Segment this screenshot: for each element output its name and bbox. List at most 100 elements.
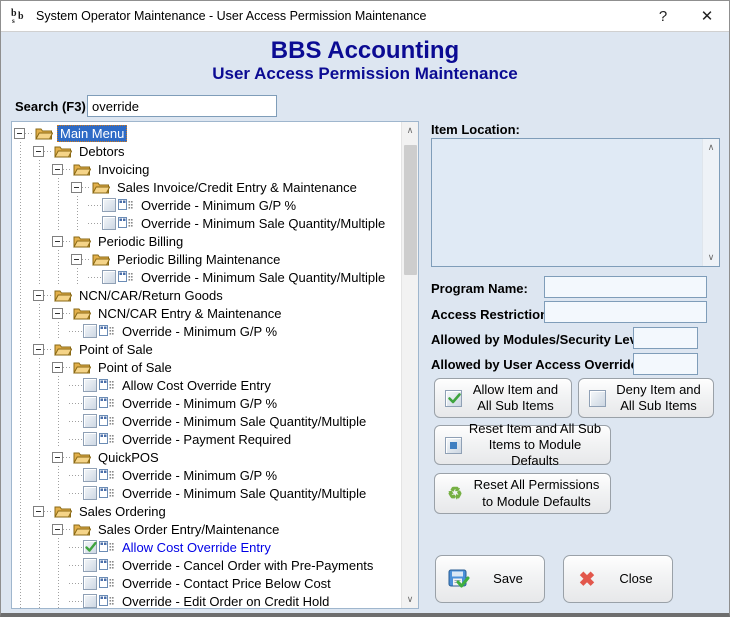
tree-scrollbar[interactable]: ∧ ∨	[401, 122, 418, 608]
close-window-button[interactable]: ✕	[685, 1, 729, 31]
permission-checkbox-checked[interactable]	[83, 540, 97, 554]
tree-collapse-toggle-icon[interactable]	[52, 452, 63, 463]
tree-item-label[interactable]: Override - Payment Required	[119, 431, 294, 448]
program-name-field[interactable]	[544, 276, 707, 298]
tree-item[interactable]: Override - Minimum G/P %	[12, 196, 401, 214]
allowed-override-field[interactable]	[633, 353, 698, 375]
permission-checkbox[interactable]	[102, 270, 116, 284]
tree-item[interactable]: Point of Sale	[12, 358, 401, 376]
tree-item[interactable]: Override - Minimum G/P %	[12, 394, 401, 412]
tree-item[interactable]: Allow Cost Override Entry	[12, 538, 401, 556]
permission-checkbox[interactable]	[102, 216, 116, 230]
item-location-box[interactable]: ∧ ∨	[431, 138, 720, 267]
reset-all-button[interactable]: ♻ Reset All Permissions to Module Defaul…	[434, 473, 611, 514]
tree-item[interactable]: Sales Invoice/Credit Entry & Maintenance	[12, 178, 401, 196]
tree-collapse-toggle-icon[interactable]	[71, 182, 82, 193]
tree-item-label[interactable]: Override - Minimum Sale Quantity/Multipl…	[138, 215, 388, 232]
close-button[interactable]: ✖ Close	[563, 555, 673, 603]
scroll-up-icon[interactable]: ∧	[703, 139, 720, 156]
tree-item[interactable]: Override - Minimum G/P %	[12, 322, 401, 340]
tree-item[interactable]: QuickPOS	[12, 448, 401, 466]
tree-item[interactable]: Override - Minimum Sale Quantity/Multipl…	[12, 412, 401, 430]
permission-checkbox[interactable]	[83, 594, 97, 608]
save-button[interactable]: Save	[435, 555, 545, 603]
permission-checkbox[interactable]	[102, 198, 116, 212]
tree-item[interactable]: NCN/CAR/Return Goods	[12, 286, 401, 304]
scrollbar-thumb[interactable]	[404, 145, 417, 275]
tree-item-label[interactable]: Sales Ordering	[76, 503, 169, 520]
tree-collapse-toggle-icon[interactable]	[33, 344, 44, 355]
permission-checkbox[interactable]	[83, 486, 97, 500]
tree-item-label[interactable]: Main Menu	[57, 125, 127, 142]
tree-item-label[interactable]: Allow Cost Override Entry	[119, 539, 274, 556]
tree-item[interactable]: Override - Minimum Sale Quantity/Multipl…	[12, 268, 401, 286]
tree-collapse-toggle-icon[interactable]	[33, 290, 44, 301]
tree-item[interactable]: Debtors	[12, 142, 401, 160]
tree-item-label[interactable]: Periodic Billing	[95, 233, 186, 250]
permission-checkbox[interactable]	[83, 432, 97, 446]
tree-item-label[interactable]: Allow Cost Override Entry	[119, 377, 274, 394]
allow-item-button[interactable]: Allow Item and All Sub Items	[434, 378, 572, 418]
tree-item[interactable]: Override - Edit Order on Credit Hold	[12, 592, 401, 608]
tree-item-label[interactable]: QuickPOS	[95, 449, 162, 466]
access-restriction-field[interactable]	[544, 301, 707, 323]
deny-item-button[interactable]: Deny Item and All Sub Items	[578, 378, 714, 418]
tree-item-label[interactable]: Point of Sale	[95, 359, 175, 376]
tree-item-label[interactable]: NCN/CAR Entry & Maintenance	[95, 305, 285, 322]
tree-item-label[interactable]: Override - Minimum Sale Quantity/Multipl…	[119, 485, 369, 502]
help-button[interactable]: ?	[641, 1, 685, 31]
tree-collapse-toggle-icon[interactable]	[52, 524, 63, 535]
tree-item[interactable]: Main Menu	[12, 124, 401, 142]
permission-checkbox[interactable]	[83, 396, 97, 410]
tree-item-label[interactable]: Override - Minimum G/P %	[119, 323, 280, 340]
scroll-down-icon[interactable]: ∨	[703, 249, 720, 266]
tree-item-label[interactable]: Sales Invoice/Credit Entry & Maintenance	[114, 179, 360, 196]
permission-checkbox[interactable]	[83, 576, 97, 590]
permission-checkbox[interactable]	[83, 558, 97, 572]
tree-item-label[interactable]: Override - Minimum G/P %	[119, 395, 280, 412]
tree-item[interactable]: Override - Contact Price Below Cost	[12, 574, 401, 592]
tree-collapse-toggle-icon[interactable]	[52, 362, 63, 373]
permission-checkbox[interactable]	[83, 414, 97, 428]
tree-collapse-toggle-icon[interactable]	[33, 146, 44, 157]
permission-checkbox[interactable]	[83, 468, 97, 482]
tree-item-label[interactable]: Invoicing	[95, 161, 152, 178]
tree-item-label[interactable]: Sales Order Entry/Maintenance	[95, 521, 282, 538]
tree-item-label[interactable]: Override - Minimum G/P %	[138, 197, 299, 214]
scroll-down-icon[interactable]: ∨	[402, 591, 419, 608]
tree-item[interactable]: Periodic Billing	[12, 232, 401, 250]
tree-item[interactable]: Override - Payment Required	[12, 430, 401, 448]
tree-item[interactable]: Override - Minimum Sale Quantity/Multipl…	[12, 214, 401, 232]
allowed-modules-field[interactable]	[633, 327, 698, 349]
permission-checkbox[interactable]	[83, 324, 97, 338]
tree-item-label[interactable]: Override - Edit Order on Credit Hold	[119, 593, 332, 609]
tree-item-label[interactable]: Point of Sale	[76, 341, 156, 358]
tree-item-label[interactable]: Override - Contact Price Below Cost	[119, 575, 334, 592]
reset-item-button[interactable]: Reset Item and All Sub Items to Module D…	[434, 425, 611, 465]
tree-collapse-toggle-icon[interactable]	[71, 254, 82, 265]
tree-item-label[interactable]: NCN/CAR/Return Goods	[76, 287, 226, 304]
tree-collapse-toggle-icon[interactable]	[52, 308, 63, 319]
tree-item[interactable]: Periodic Billing Maintenance	[12, 250, 401, 268]
tree-item[interactable]: Sales Order Entry/Maintenance	[12, 520, 401, 538]
tree-item-label[interactable]: Override - Cancel Order with Pre-Payment…	[119, 557, 376, 574]
tree-item[interactable]: NCN/CAR Entry & Maintenance	[12, 304, 401, 322]
tree-collapse-toggle-icon[interactable]	[33, 506, 44, 517]
tree-item[interactable]: Sales Ordering	[12, 502, 401, 520]
permission-checkbox[interactable]	[83, 378, 97, 392]
tree-collapse-toggle-icon[interactable]	[14, 128, 25, 139]
tree-item[interactable]: Point of Sale	[12, 340, 401, 358]
tree-item-label[interactable]: Debtors	[76, 143, 128, 160]
tree-item-label[interactable]: Override - Minimum Sale Quantity/Multipl…	[138, 269, 388, 286]
tree-collapse-toggle-icon[interactable]	[52, 236, 63, 247]
tree-collapse-toggle-icon[interactable]	[52, 164, 63, 175]
tree-item-label[interactable]: Override - Minimum G/P %	[119, 467, 280, 484]
tree-item[interactable]: Override - Cancel Order with Pre-Payment…	[12, 556, 401, 574]
tree-item[interactable]: Invoicing	[12, 160, 401, 178]
scroll-up-icon[interactable]: ∧	[402, 122, 419, 139]
tree-item[interactable]: Override - Minimum G/P %	[12, 466, 401, 484]
item-location-scrollbar[interactable]: ∧ ∨	[702, 139, 719, 266]
tree-item-label[interactable]: Periodic Billing Maintenance	[114, 251, 283, 268]
search-input[interactable]	[87, 95, 277, 117]
tree-item[interactable]: Override - Minimum Sale Quantity/Multipl…	[12, 484, 401, 502]
